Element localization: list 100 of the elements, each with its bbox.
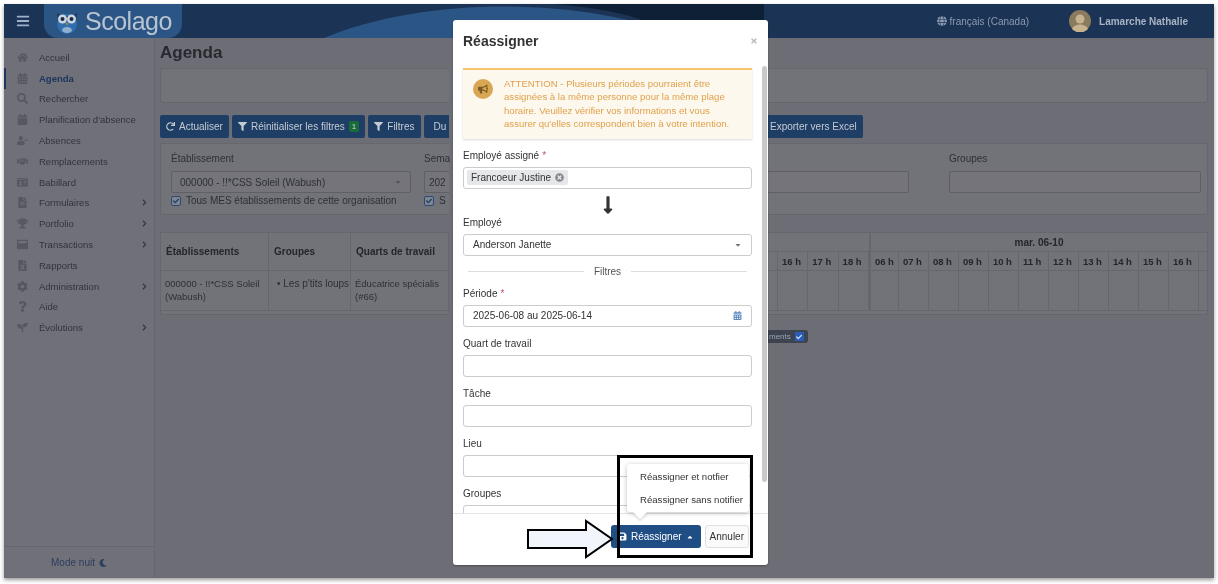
sidebar-item[interactable]: Absences [4, 130, 154, 151]
tag-input-field[interactable]: Francoeur Justine [463, 166, 752, 189]
checkbox[interactable] [171, 195, 181, 206]
table-cell: 000000 - !!*CSS Soleil (Wabush) [161, 271, 269, 310]
sidebar-item[interactable]: Portfolio [4, 213, 154, 235]
menu-item[interactable]: Réassigner et notfier [627, 465, 749, 488]
seedling-icon [17, 322, 28, 334]
field-label: Lieu [463, 437, 482, 450]
close-button[interactable] [750, 37, 758, 45]
toolbar-button[interactable]: Filtres [368, 115, 421, 138]
sidebar-item[interactable]: Agenda [4, 67, 154, 89]
required-mark: * [500, 287, 505, 300]
hour-header: 15 h [1138, 252, 1169, 270]
calendar-icon [733, 311, 742, 321]
employee-tag: Francoeur Justine [467, 170, 569, 186]
count-badge: 1 [348, 121, 360, 132]
hour-header: 17 h [808, 252, 839, 270]
hour-header: 08 h [928, 252, 959, 270]
checkbox[interactable] [794, 332, 804, 341]
chevron-icon [141, 199, 148, 207]
search-icon [17, 93, 28, 105]
settings-icon [17, 280, 28, 292]
filter-icon [237, 122, 247, 131]
sidebar-item[interactable]: Rapports [4, 254, 154, 276]
globe-icon [936, 16, 947, 26]
sidebar-item[interactable]: Rechercher [4, 88, 154, 110]
hour-header: 13 h [1078, 252, 1109, 270]
warning-text: ATTENTION - Plusieurs périodes pourraient être assignées à la même personne pour la même plage horaire. Veuillez vérifier vos informations et vous assurer qu'elles correspondent bien à votre intention. [504, 77, 731, 131]
question-icon [17, 301, 28, 313]
employee-select[interactable]: Anderson Janette [463, 233, 752, 256]
chevron-icon [141, 241, 148, 249]
refresh-icon [166, 122, 175, 131]
hour-header: 11 h [1018, 252, 1049, 270]
hour-header: 07 h [898, 252, 929, 270]
user-name[interactable]: Lamarche Nathalie [1099, 15, 1188, 27]
chevron-icon [141, 282, 148, 290]
sidebar-item[interactable]: Remplacements [4, 151, 154, 172]
field-label: Employé assigné [463, 149, 540, 162]
caret-icon [394, 178, 402, 186]
toolbar-button[interactable]: Réinitialiser les filtres 1 [231, 115, 366, 138]
input-field[interactable] [463, 404, 752, 427]
filter-label: Groupes [949, 153, 989, 165]
language-selector[interactable]: français (Canada) [936, 15, 1030, 27]
establishment-select[interactable]: 000000 - !!*CSS Soleil (Wabush) [171, 171, 411, 193]
calendar-icon [17, 114, 28, 126]
cancel-button[interactable]: Annuler [704, 525, 749, 548]
filter-icon [374, 122, 384, 131]
night-mode-toggle[interactable]: Mode nuit [4, 546, 154, 578]
hour-header: 16 h [1168, 252, 1199, 270]
home-icon [17, 51, 28, 63]
week-field[interactable]: 202 [424, 171, 449, 193]
hour-header: 06 h [868, 252, 899, 270]
sidebar-item[interactable]: Aide [4, 296, 154, 318]
id-card-icon [17, 176, 28, 188]
avatar-icon[interactable] [1069, 10, 1092, 32]
user-minus-icon [17, 135, 28, 147]
sidebar-item[interactable]: Planification d'absence [4, 109, 154, 131]
hour-header: 14 h [1108, 252, 1139, 270]
hour-header: 09 h [958, 252, 989, 270]
date-field[interactable]: 2025-06-08 au 2025-06-14 [463, 304, 752, 327]
toolbar-button[interactable]: Actualiser [160, 115, 229, 138]
column-header: Quarts de travail [351, 233, 449, 270]
sidebar-item[interactable]: Transactions [4, 234, 154, 255]
table-cell: Éducatrice spécialis (#66) [355, 278, 439, 302]
hour-header: 16 h [778, 252, 809, 270]
hour-header: 10 h [988, 252, 1019, 270]
remove-icon[interactable] [555, 173, 565, 183]
sidebar-item[interactable]: Babillard [4, 171, 154, 193]
scrollbar[interactable] [762, 66, 767, 482]
hour-header: 12 h [1048, 252, 1079, 270]
toolbar-button[interactable]: Du [423, 115, 449, 138]
sidebar-item[interactable]: Formulaires [4, 192, 154, 214]
input-field[interactable] [463, 354, 752, 377]
reassign-button[interactable]: Réassigner [610, 525, 701, 548]
menu-item[interactable]: Réassigner sans notifier [627, 488, 749, 511]
sidebar-item[interactable]: Évolutions [4, 317, 154, 339]
calendar-icon [17, 72, 28, 84]
page-title: Agenda [160, 43, 223, 63]
chevron-icon [141, 324, 148, 332]
document-icon [17, 197, 28, 209]
moon-icon [98, 558, 107, 567]
brand-name: Scolago [85, 6, 172, 36]
save-icon [617, 532, 627, 541]
field-label: Période [463, 287, 498, 300]
window-icon [17, 239, 28, 251]
column-header: Établissements [161, 233, 269, 270]
section-heading: Filtres [593, 265, 622, 277]
column-header: Groupes [269, 233, 351, 270]
spreadsheet-icon [17, 259, 28, 271]
day-header: mar. 06-10 [869, 233, 1207, 251]
hour-header: 18 h [838, 252, 869, 270]
field-label: Groupes [463, 487, 502, 500]
required-mark: * [542, 149, 547, 162]
menu-icon[interactable] [16, 14, 30, 28]
checkbox[interactable] [424, 195, 434, 206]
field-label: Tâche [463, 387, 491, 400]
filter-label: Sema [424, 153, 449, 165]
dialog-title: Réassigner [463, 33, 540, 49]
checkbox-label: Tous MES établissements de cette organisation [186, 195, 397, 206]
sidebar-item[interactable]: Administration [4, 275, 154, 297]
